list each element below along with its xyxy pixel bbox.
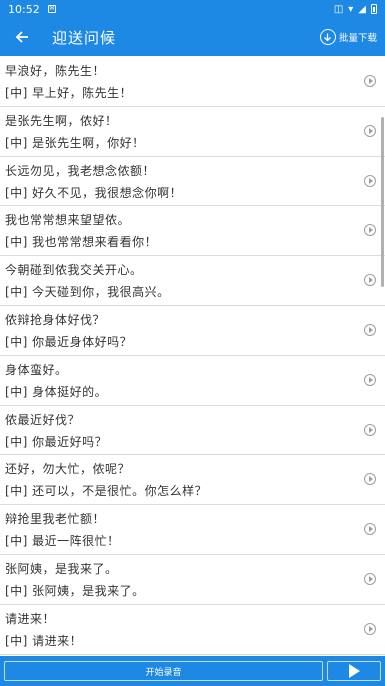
back-button[interactable] (0, 18, 44, 56)
play-circle-icon[interactable] (364, 224, 376, 237)
download-circle-icon (319, 29, 336, 45)
phrase-original: 侬辩抢身体好伐？ (5, 312, 106, 327)
play-circle-icon[interactable] (364, 523, 376, 536)
phrase-original: 辩抢里我老忙额！ (5, 512, 106, 527)
list-item[interactable]: 我也常常想来望望侬。 [中] 我也常常想来看看你！ (0, 206, 385, 257)
list-item[interactable]: 张阿姨，是我来了。 [中] 张阿姨，是我来了。 (0, 555, 385, 605)
phrase-list[interactable]: 早浪好，陈先生！ [中] 早上好，陈先生！ 是张先生啊，侬好！ [中] 是张先生… (0, 57, 385, 655)
batch-download-button[interactable]: 批量下载 (319, 29, 377, 45)
status-icons: ◫ ▾ ◢ (334, 4, 377, 15)
list-item[interactable]: 今朝碰到侬我交关开心。 [中] 今天碰到你，我很高兴。 (0, 256, 385, 306)
phrase-original: 张阿姨，是我来了。 (5, 561, 118, 576)
list-item[interactable]: 长远勿见，我老想念侬额！ [中] 好久不见，我很想念你啊！ (0, 157, 385, 207)
list-item[interactable]: 还好，勿大忙，侬呢？ [中] 还可以，不是很忙。你怎么样？ (0, 455, 385, 506)
signal-icon: ◢ (358, 3, 366, 15)
play-all-button[interactable] (327, 661, 381, 681)
phrase-original: 早浪好，陈先生！ (5, 64, 106, 78)
phrase-original: 侬最近好伐？ (5, 412, 81, 427)
wifi-icon: ▾ (348, 3, 354, 15)
start-recording-button[interactable]: 开始录音 (4, 661, 323, 681)
list-item[interactable]: 是张先生啊，侬好！ [中] 是张先生啊，你好！ (0, 107, 385, 157)
phrase-original: 是张先生啊，侬好！ (5, 113, 118, 128)
phrase-translation: [中] 请进来！ (5, 633, 83, 648)
notification-icon: ✉ (47, 5, 56, 13)
app-bar: 迎送问候 批量下载 (0, 18, 385, 56)
phrase-original: 今朝碰到侬我交关开心。 (5, 263, 143, 278)
scrollbar[interactable] (381, 117, 384, 287)
play-circle-icon[interactable] (364, 323, 376, 336)
play-circle-icon[interactable] (364, 174, 376, 187)
phrase-translation: [中] 早上好，陈先生！ (5, 86, 133, 100)
vibrate-icon: ◫ (333, 3, 344, 15)
bottom-bar: 开始录音 (0, 656, 385, 686)
page-title: 迎送问候 (52, 28, 117, 47)
batch-download-label: 批量下载 (338, 33, 377, 44)
play-circle-icon[interactable] (364, 473, 376, 486)
phrase-translation: [中] 今天碰到你，我很高兴。 (5, 285, 170, 300)
list-item[interactable]: 身体蛮好。 [中] 身体挺好的。 (0, 356, 385, 406)
list-item[interactable]: 侬最近好伐？ [中] 你最近好吗？ (0, 406, 385, 456)
phrase-translation: [中] 还可以，不是很忙。你怎么样？ (5, 484, 208, 499)
phrase-original: 请进来！ (5, 611, 56, 626)
phrase-original: 长远勿见，我老想念侬额！ (5, 163, 156, 178)
play-circle-icon[interactable] (364, 75, 376, 87)
play-circle-icon[interactable] (364, 124, 376, 137)
play-icon (348, 664, 360, 678)
phrase-original: 身体蛮好。 (5, 362, 68, 377)
battery-icon (371, 4, 377, 14)
play-circle-icon[interactable] (364, 622, 376, 635)
phrase-original: 我也常常想来望望侬。 (5, 213, 131, 228)
list-item[interactable]: 侬辩抢身体好伐？ [中] 你最近身体好吗？ (0, 306, 385, 356)
phrase-translation: [中] 身体挺好的。 (5, 384, 108, 399)
play-circle-icon[interactable] (364, 572, 376, 585)
play-circle-icon[interactable] (364, 423, 376, 436)
phrase-original: 还好，勿大忙，侬呢？ (5, 462, 131, 477)
status-time: 10:52 (8, 2, 40, 16)
status-bar: 10:52 ✉ ◫ ▾ ◢ (0, 0, 385, 18)
phrase-translation: [中] 你最近身体好吗？ (5, 334, 133, 349)
phrase-translation: [中] 是张先生啊，你好！ (5, 135, 145, 150)
list-item[interactable]: 辩抢里我老忙额！ [中] 最近一阵很忙！ (0, 505, 385, 555)
list-item[interactable]: 早浪好，陈先生！ [中] 早上好，陈先生！ (0, 57, 385, 107)
phrase-translation: [中] 最近一阵很忙！ (5, 534, 120, 549)
phrase-translation: [中] 张阿姨，是我来了。 (5, 583, 145, 598)
phrase-translation: [中] 我也常常想来看看你！ (5, 235, 158, 250)
arrow-left-icon (15, 31, 28, 43)
list-item[interactable]: 请进来！ [中] 请进来！ (0, 605, 385, 655)
phrase-translation: [中] 好久不见，我很想念你啊！ (5, 185, 183, 200)
play-circle-icon[interactable] (364, 373, 376, 386)
play-circle-icon[interactable] (364, 274, 376, 287)
phrase-translation: [中] 你最近好吗？ (5, 434, 108, 449)
